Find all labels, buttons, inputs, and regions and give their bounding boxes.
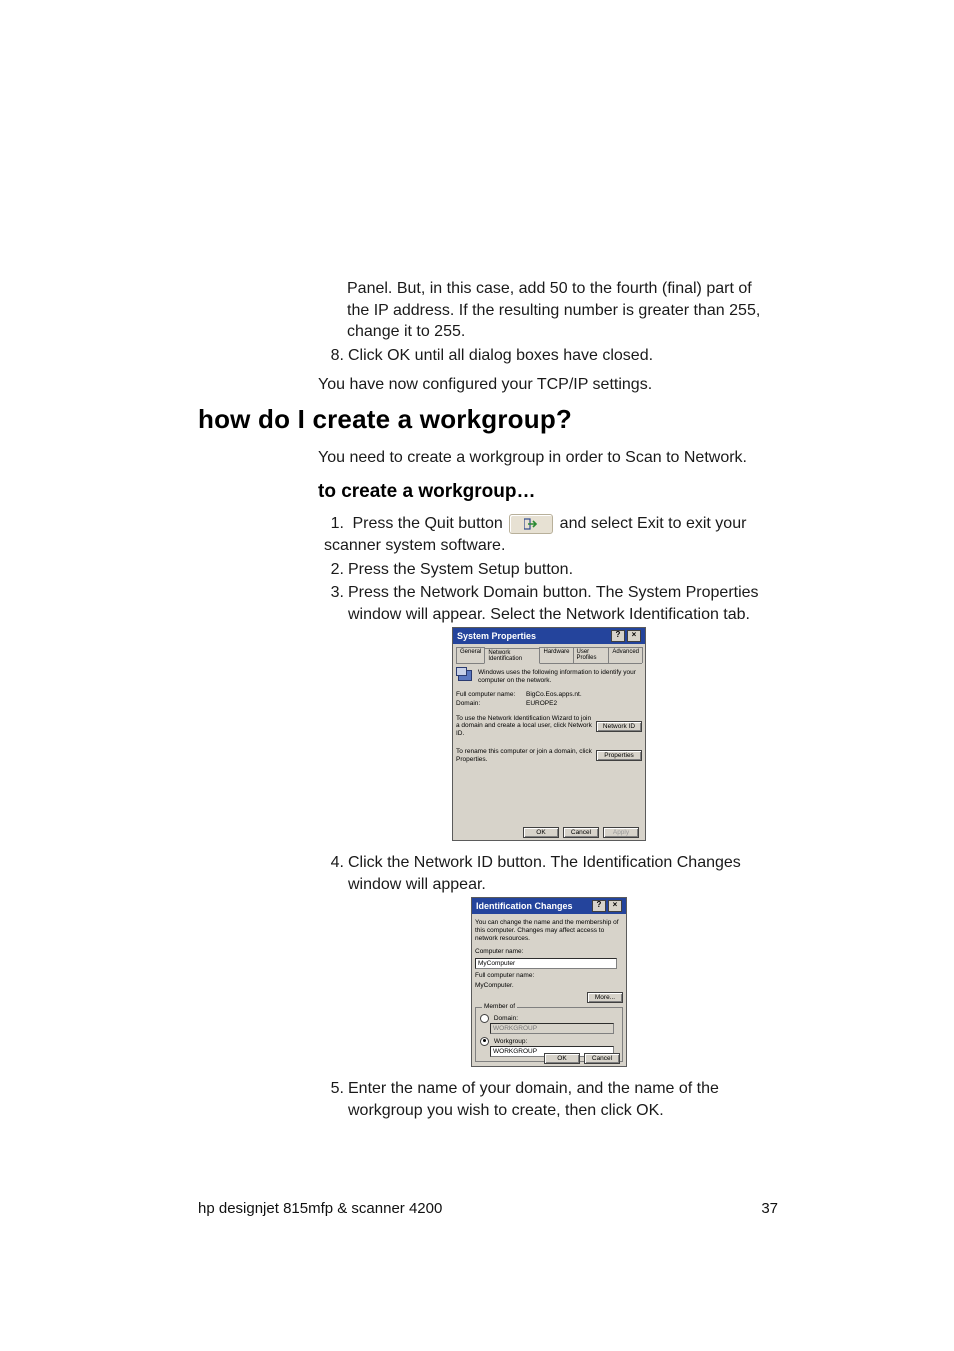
step-4-num: 4. [324,852,344,874]
tab-hardware[interactable]: Hardware [539,647,573,663]
radio-domain[interactable] [480,1014,489,1023]
step-5: 5. Enter the name of your domain, and th… [324,1078,778,1100]
info-text: Windows uses the following information t… [478,669,642,685]
computer-network-icon [456,667,474,683]
member-of-label: Member of [482,1003,517,1010]
properties-button[interactable]: Properties [596,750,642,761]
dialog-title: System Properties [457,631,536,641]
step-4: 4. Click the Network ID button. The Iden… [324,852,778,874]
dialog-title-2: Identification Changes [476,901,573,911]
help-icon[interactable]: ? [592,900,606,912]
step-3-text: Press the Network Domain button. The Sys… [348,582,778,625]
tabs: General Network Identification Hardware … [456,647,642,664]
computer-name-label: Computer name: [475,948,623,956]
ok-button-2[interactable]: OK [544,1053,580,1064]
full-name-label-2: Full computer name: [475,972,623,980]
step-1-num: 1. [324,513,344,535]
step-8-num: 8. [324,345,344,367]
domain-input[interactable]: WORKGROUP [490,1023,614,1034]
step-2: 2. Press the System Setup button. [324,559,778,581]
system-properties-dialog: System Properties ? × General Network Id… [452,627,646,841]
radio-domain-label: Domain: [494,1015,518,1022]
rename-text: To rename this computer or join a domain… [456,748,592,764]
apply-button[interactable]: Apply [603,827,639,838]
quit-button-icon [509,514,553,534]
tab-user-profiles[interactable]: User Profiles [573,647,610,663]
desc-text: You can change the name and the membersh… [475,919,623,942]
tab-advanced[interactable]: Advanced [608,647,643,663]
network-id-button[interactable]: Network ID [596,721,642,732]
cancel-button-2[interactable]: Cancel [584,1053,620,1064]
step-5-text: Enter the name of your domain, and the n… [348,1078,778,1121]
full-name-value-2: MyComputer. [475,982,623,990]
radio-workgroup[interactable] [480,1037,489,1046]
step-8: 8. Click OK until all dialog boxes have … [324,345,754,367]
tab-general[interactable]: General [456,647,485,663]
cancel-button[interactable]: Cancel [563,827,599,838]
step-2-num: 2. [324,559,344,581]
tcpip-done: You have now configured your TCP/IP sett… [318,374,778,396]
step-2-text: Press the System Setup button. [348,559,778,581]
identification-changes-dialog: Identification Changes ? × You can chang… [471,897,627,1067]
radio-workgroup-label: Workgroup: [494,1038,527,1045]
more-button[interactable]: More... [587,992,623,1003]
page-number: 37 [761,1200,778,1217]
dialog-titlebar-2: Identification Changes ? × [472,898,626,914]
close-icon[interactable]: × [627,630,641,642]
help-icon[interactable]: ? [611,630,625,642]
dialog-titlebar: System Properties ? × [453,628,645,644]
step-3-num: 3. [324,582,344,604]
computer-name-input[interactable]: MyComputer [475,958,617,969]
heading-workgroup: how do I create a workgroup? [198,404,572,435]
subheading-create: to create a workgroup… [318,481,536,503]
continuation-text: Panel. But, in this case, add 50 to the … [347,278,777,343]
full-name-label: Full computer name: [456,691,526,698]
domain-value: EUROPE2 [526,700,557,707]
tab-network-identification[interactable]: Network Identification [484,648,540,664]
step-5-num: 5. [324,1078,344,1100]
exit-arrow-icon [524,517,538,531]
close-icon[interactable]: × [608,900,622,912]
step-1: 1. Press the Quit button and select Exit… [324,513,778,556]
intro-text: You need to create a workgroup in order … [318,447,778,469]
page: Panel. But, in this case, add 50 to the … [0,0,954,1351]
page-footer: hp designjet 815mfp & scanner 4200 37 [198,1200,778,1217]
step-4-text: Click the Network ID button. The Identif… [348,852,778,895]
wizard-text: To use the Network Identification Wizard… [456,715,592,738]
step-3: 3. Press the Network Domain button. The … [324,582,778,604]
step-8-text: Click OK until all dialog boxes have clo… [348,345,778,367]
footer-left: hp designjet 815mfp & scanner 4200 [198,1200,442,1217]
step-1-pre: Press the Quit button [352,515,502,532]
ok-button[interactable]: OK [523,827,559,838]
domain-label: Domain: [456,700,526,707]
full-name-value: BigCo.Eos.apps.nt. [526,691,582,698]
